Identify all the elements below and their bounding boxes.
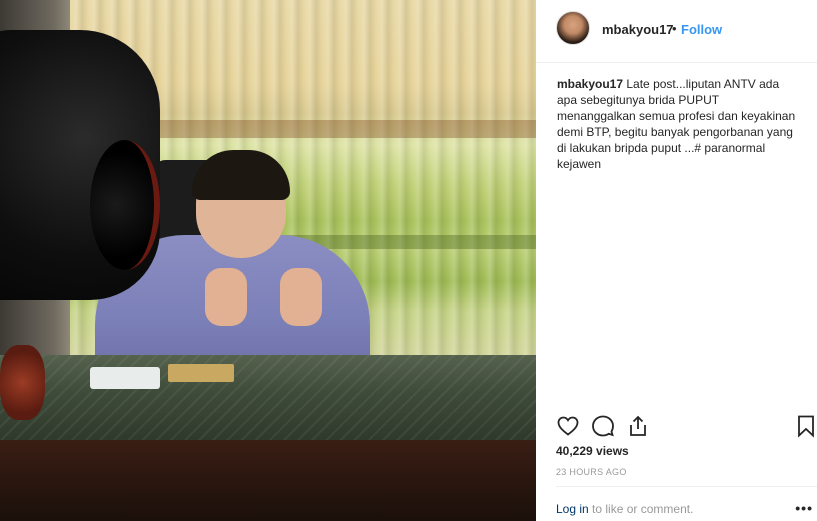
camera-lens — [90, 140, 160, 270]
action-bar — [536, 410, 817, 442]
post-header: mbakyou17 • Follow — [536, 0, 817, 63]
post-media[interactable] — [0, 0, 536, 521]
bookmark-icon[interactable] — [794, 414, 817, 438]
follow-button[interactable]: Follow — [681, 22, 722, 37]
red-ornament — [0, 345, 45, 420]
post-caption: mbakyou17 Late post...liputan ANTV ada a… — [557, 76, 797, 172]
caption-username[interactable]: mbakyou17 — [557, 77, 623, 91]
post-sidebar: mbakyou17 • Follow mbakyou17 Late post..… — [536, 0, 817, 521]
table-edge — [0, 440, 536, 521]
login-link[interactable]: Log in — [556, 502, 589, 516]
divider — [556, 486, 817, 487]
comment-icon[interactable] — [591, 414, 615, 438]
white-box — [90, 367, 160, 389]
table-glass-texture — [0, 355, 536, 445]
header-username[interactable]: mbakyou17 — [602, 22, 674, 37]
caption-text: Late post...liputan ANTV ada apa sebegit… — [557, 77, 796, 171]
notebook — [168, 364, 234, 382]
thumbs-up-left — [205, 268, 247, 326]
login-prompt: Log in to like or comment. — [556, 502, 693, 516]
view-count: 40,229 views — [556, 444, 629, 458]
more-options-icon[interactable]: ••• — [795, 500, 813, 516]
avatar[interactable] — [556, 11, 590, 45]
separator-dot: • — [672, 21, 677, 36]
heart-icon[interactable] — [556, 414, 580, 438]
login-prompt-suffix: to like or comment. — [588, 502, 694, 516]
post-timestamp[interactable]: 23 HOURS AGO — [556, 467, 627, 477]
thumbs-up-right — [280, 268, 322, 326]
share-icon[interactable] — [626, 414, 650, 438]
